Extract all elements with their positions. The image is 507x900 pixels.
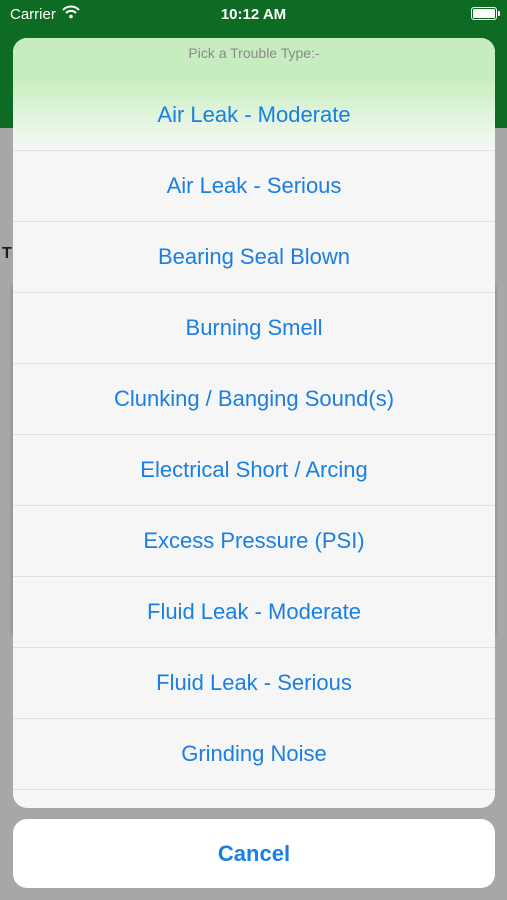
- option-grinding-noise[interactable]: Grinding Noise: [13, 719, 495, 790]
- option-id-tag-missing[interactable]: ID Tag Missing / Damaged: [13, 790, 495, 808]
- action-sheet: Pick a Trouble Type:- Air Leak - Moderat…: [13, 38, 495, 808]
- option-burning-smell[interactable]: Burning Smell: [13, 293, 495, 364]
- status-time: 10:12 AM: [220, 6, 287, 23]
- underlay-label: T: [2, 245, 12, 262]
- option-air-leak-moderate[interactable]: Air Leak - Moderate: [13, 80, 495, 151]
- cancel-button[interactable]: Cancel: [13, 819, 495, 888]
- battery-icon: [471, 7, 500, 20]
- sheet-title: Pick a Trouble Type:-: [13, 38, 495, 81]
- option-fluid-leak-serious[interactable]: Fluid Leak - Serious: [13, 648, 495, 719]
- option-electrical-short[interactable]: Electrical Short / Arcing: [13, 435, 495, 506]
- option-air-leak-serious[interactable]: Air Leak - Serious: [13, 151, 495, 222]
- option-clunking-banging[interactable]: Clunking / Banging Sound(s): [13, 364, 495, 435]
- option-fluid-leak-moderate[interactable]: Fluid Leak - Moderate: [13, 577, 495, 648]
- option-bearing-seal-blown[interactable]: Bearing Seal Blown: [13, 222, 495, 293]
- options-list[interactable]: Air Leak - Moderate Air Leak - Serious B…: [13, 80, 495, 808]
- option-excess-pressure[interactable]: Excess Pressure (PSI): [13, 506, 495, 577]
